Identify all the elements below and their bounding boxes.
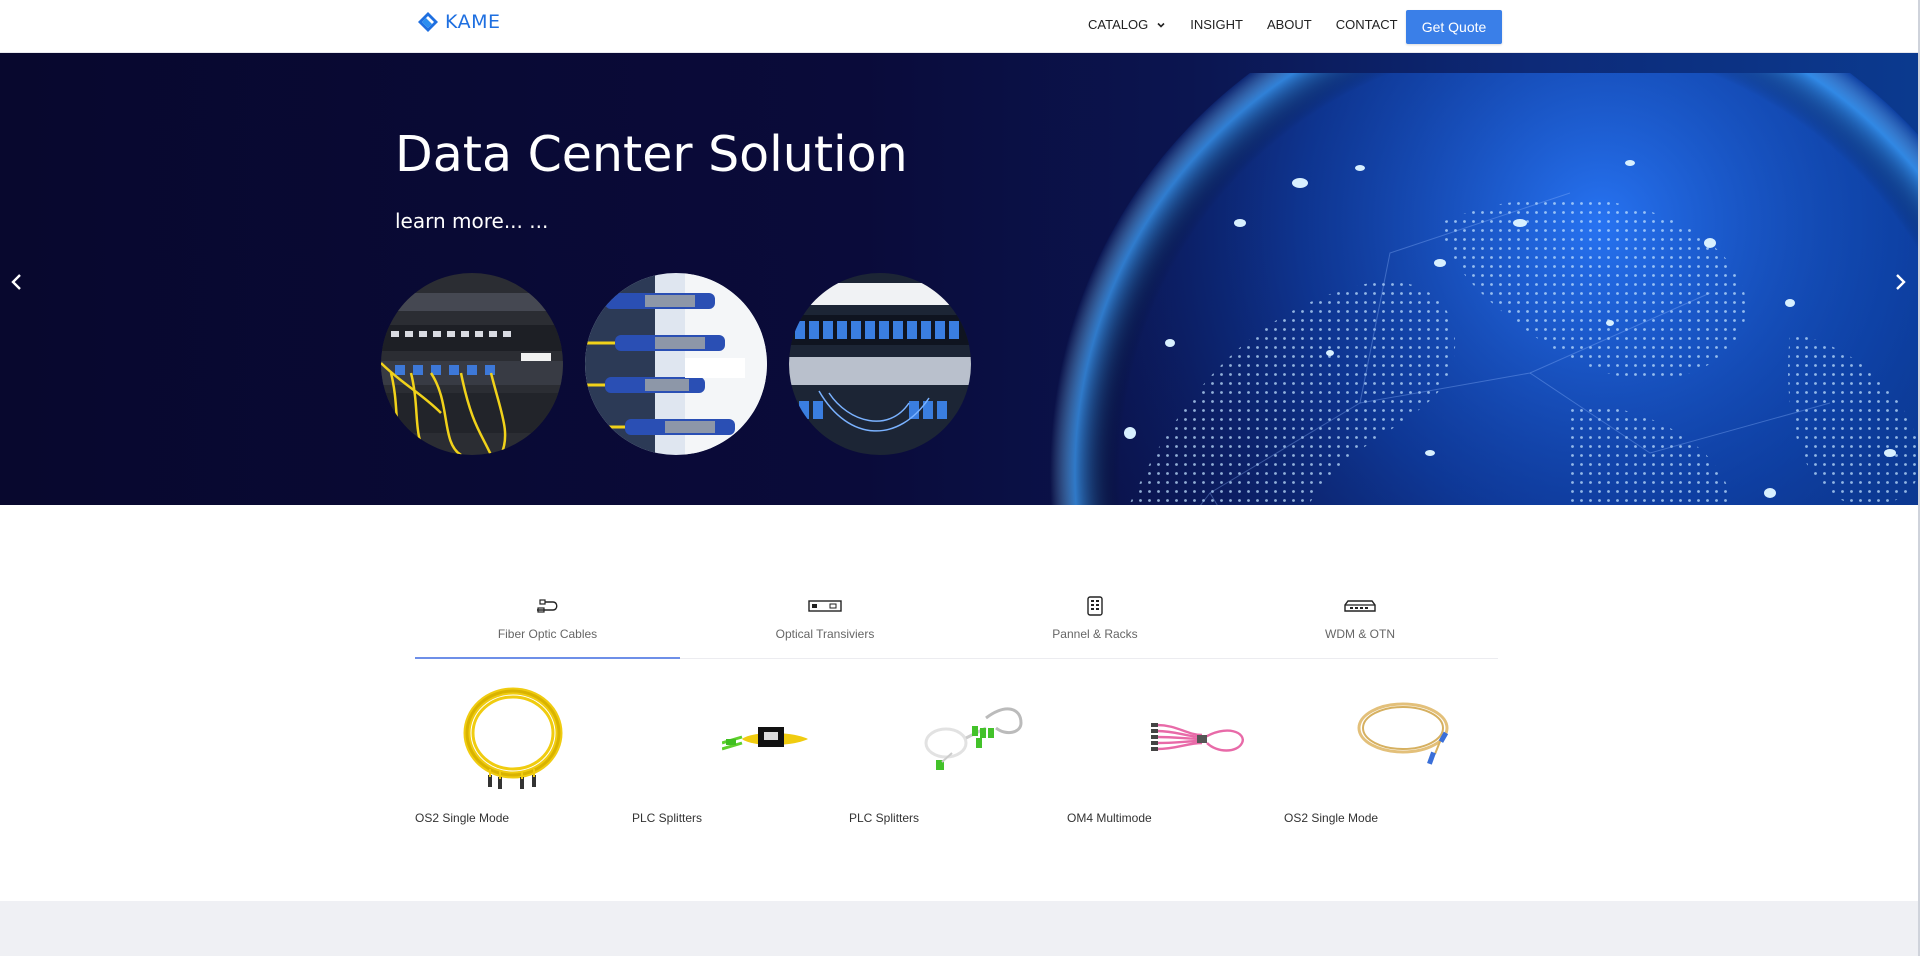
fiber-coil-yellow-image — [463, 687, 563, 789]
plc-splitter-fanout-image — [924, 707, 1023, 770]
hero-title: Data Center Solution — [395, 126, 908, 183]
tab-fiber-optic-cables[interactable]: Fiber Optic Cables — [415, 595, 680, 659]
site-header: KAME CATALOG INSIGHT ABOUT CONTACT Get Q… — [0, 0, 1918, 53]
brand-name: KAME — [445, 11, 501, 33]
product-name: OS2 Single Mode — [1284, 811, 1379, 825]
nav-catalog-label: CATALOG — [1088, 17, 1149, 32]
logo[interactable]: KAME — [417, 11, 501, 33]
tab-label: WDM & OTN — [1325, 627, 1395, 641]
product-name: OM4 Multimode — [1067, 811, 1152, 825]
product-image — [1127, 680, 1267, 795]
nav-catalog[interactable]: CATALOG — [1088, 17, 1166, 32]
carousel-next-button[interactable] — [1889, 267, 1911, 297]
mpo-pink-cable-image — [1151, 722, 1244, 752]
hero-image-rack-ports — [789, 273, 971, 455]
nav-contact-label: CONTACT — [1335, 17, 1398, 32]
hero-image-patch-panel — [381, 273, 563, 455]
carousel-prev-button[interactable] — [6, 267, 28, 297]
nav-about-label: ABOUT — [1266, 17, 1312, 32]
nav-insight-label: INSIGHT — [1190, 17, 1243, 32]
get-quote-button[interactable]: Get Quote — [1406, 10, 1502, 44]
rack-icon — [1087, 595, 1103, 617]
product-card[interactable]: OS2 Single Mode — [1284, 680, 1449, 825]
plc-splitter-box-image — [722, 726, 808, 750]
chevron-left-icon — [11, 274, 21, 290]
tab-optical-transceivers[interactable]: Optical Transiviers — [715, 595, 935, 659]
hero-carousel: Data Center Solution learn more... ... — [0, 53, 1918, 505]
patch-panel-image — [381, 273, 563, 455]
transceiver-icon — [808, 595, 842, 617]
category-tabs: Fiber Optic Cables Optical Transiviers P… — [415, 595, 1498, 659]
main-nav: CATALOG INSIGHT ABOUT CONTACT — [1088, 17, 1422, 32]
footer-band — [0, 901, 1918, 956]
product-image — [697, 680, 837, 795]
rack-ports-image — [789, 273, 971, 455]
hero-image-fiber-connectors — [585, 273, 767, 455]
globe-network-image — [1050, 73, 1918, 505]
product-image — [1340, 680, 1480, 795]
tab-label: Pannel & Racks — [1052, 627, 1138, 641]
tab-label: Fiber Optic Cables — [497, 627, 598, 641]
tab-label: Optical Transiviers — [775, 627, 875, 641]
product-card[interactable]: PLC Splitters — [849, 680, 1023, 825]
tab-pannel-racks[interactable]: Pannel & Racks — [1015, 595, 1175, 659]
product-image — [443, 680, 583, 795]
product-card[interactable]: PLC Splitters — [632, 680, 808, 825]
product-name: PLC Splitters — [632, 811, 703, 825]
logo-icon — [418, 12, 438, 32]
cable-icon — [535, 595, 561, 617]
nav-about[interactable]: ABOUT — [1267, 17, 1312, 32]
fiber-connectors-image — [585, 273, 767, 455]
chevron-down-icon — [1157, 22, 1165, 28]
product-card[interactable]: OS2 Single Mode — [415, 680, 575, 825]
product-image — [901, 680, 1041, 795]
product-card[interactable]: OM4 Multimode — [1067, 680, 1244, 825]
hero-learn-more-link[interactable]: learn more... ... — [395, 209, 548, 233]
nav-contact[interactable]: CONTACT — [1336, 17, 1398, 32]
tab-wdm-otn[interactable]: WDM & OTN — [1280, 595, 1440, 659]
fiber-pigtail-coil-image — [1357, 702, 1449, 765]
wdm-device-icon — [1344, 595, 1376, 617]
product-name: PLC Splitters — [849, 811, 920, 825]
nav-insight[interactable]: INSIGHT — [1190, 17, 1243, 32]
chevron-right-icon — [1896, 274, 1906, 290]
product-name: OS2 Single Mode — [415, 811, 510, 825]
